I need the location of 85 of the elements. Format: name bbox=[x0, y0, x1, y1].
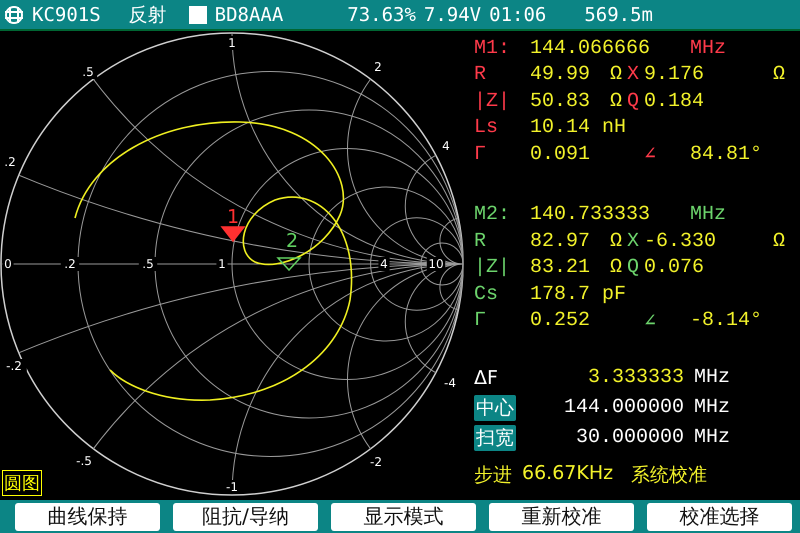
readout-value: 0.252 bbox=[530, 309, 592, 332]
softkey-button[interactable]: 阻抗/导纳 bbox=[173, 502, 318, 530]
sweep-value: 144.000000 bbox=[562, 396, 685, 419]
readout-value: 49.99 bbox=[530, 63, 592, 86]
readout-label: Γ bbox=[474, 309, 488, 332]
readout-label: Γ bbox=[474, 142, 488, 166]
resistance-label: 10 bbox=[428, 257, 444, 271]
readout-value: 82.97 bbox=[530, 230, 592, 253]
readout-label: R bbox=[474, 63, 488, 86]
readout-label: Q bbox=[627, 256, 640, 280]
sweep-unit: MHz bbox=[694, 396, 732, 419]
frequency-unit: MHz bbox=[690, 203, 728, 226]
clock-time: 01:06 bbox=[489, 4, 546, 26]
frequency-unit: MHz bbox=[690, 36, 728, 60]
reactance-label: -.2 bbox=[6, 359, 22, 373]
readout-value: Ω bbox=[773, 63, 786, 86]
readout-value: 83.21 bbox=[530, 256, 592, 280]
mode-label: 反射 bbox=[128, 2, 167, 28]
readout-label: ∠ bbox=[644, 310, 658, 334]
sweep-param-tag[interactable]: 中心 bbox=[474, 394, 516, 420]
readout-label: X bbox=[627, 63, 640, 86]
resistance-label: 4 bbox=[380, 257, 388, 271]
reactance-label: 2 bbox=[374, 60, 382, 74]
readout-label: Q bbox=[627, 90, 640, 113]
logo-icon bbox=[4, 4, 24, 24]
reactance-label: .2 bbox=[4, 155, 16, 169]
readout-value: 178.7 pF bbox=[530, 282, 628, 306]
softkey-button[interactable]: 曲线保持 bbox=[15, 502, 160, 530]
marker-title: M1: bbox=[474, 36, 512, 60]
readout-value: 0.076 bbox=[644, 256, 706, 280]
readout-label: |Z| bbox=[474, 90, 512, 113]
resistance-label: 0 bbox=[4, 257, 12, 271]
softkey-button[interactable]: 重新校准 bbox=[489, 502, 634, 530]
readout-label: Ls bbox=[474, 116, 500, 140]
sweep-unit: MHz bbox=[694, 366, 732, 389]
readout-value: 10.14 nH bbox=[530, 116, 628, 140]
sweep-param-tag[interactable]: 扫宽 bbox=[474, 424, 516, 450]
reactance-label: 1 bbox=[228, 36, 236, 50]
readout-value: 0.184 bbox=[644, 90, 706, 113]
readout-value: Ω bbox=[610, 256, 624, 280]
readout-value: Ω bbox=[610, 63, 624, 86]
reactance-label: 4 bbox=[442, 139, 450, 153]
step-value: 66.67KHz bbox=[522, 462, 614, 486]
readout-value: 9.176 bbox=[644, 63, 706, 86]
readout-value: Ω bbox=[773, 230, 786, 253]
readout-label: Cs bbox=[474, 282, 500, 306]
calibration-status: 系统校准 bbox=[631, 463, 708, 488]
readout-value: 50.83 bbox=[530, 90, 592, 113]
marker-label: 2 bbox=[286, 230, 298, 252]
readout-value: Ω bbox=[610, 230, 624, 253]
marker-frequency: 144.066666 bbox=[530, 36, 652, 60]
marker-frequency: 140.733333 bbox=[530, 203, 652, 226]
delta-label: ΔF bbox=[474, 366, 499, 388]
marker-title: M2: bbox=[474, 203, 512, 226]
softkey-button[interactable]: 显示模式 bbox=[331, 502, 476, 530]
reactance-label: -2 bbox=[370, 455, 382, 469]
square-icon bbox=[188, 6, 207, 24]
voltage: 7.94V bbox=[424, 4, 482, 26]
readout-label: X bbox=[627, 230, 640, 253]
distance: 569.5m bbox=[584, 4, 653, 26]
sweep-value: 3.333333 bbox=[586, 366, 685, 389]
readout-value: Ω bbox=[610, 90, 624, 113]
readout-label: |Z| bbox=[474, 256, 512, 280]
resistance-label: .5 bbox=[142, 257, 154, 271]
battery-level: 73.63% bbox=[347, 4, 416, 26]
readout-value: 0.091 bbox=[530, 142, 592, 166]
softkey-button[interactable]: 校准选择 bbox=[647, 502, 792, 530]
resistance-label: 1 bbox=[218, 257, 226, 271]
readout-value: -8.14° bbox=[690, 309, 764, 332]
reactance-label: -1 bbox=[226, 480, 238, 494]
reactance-label: .5 bbox=[82, 65, 94, 79]
readout-label: ∠ bbox=[644, 143, 658, 168]
sweep-value: 30.000000 bbox=[574, 426, 685, 449]
sweep-unit: MHz bbox=[694, 426, 732, 449]
resistance-label: .2 bbox=[64, 257, 76, 271]
reactance-label: -4 bbox=[444, 376, 456, 390]
callsign: BD8AAA bbox=[214, 4, 284, 26]
readout-value: -6.330 bbox=[644, 230, 718, 253]
view-mode-label: 圆图 bbox=[2, 470, 42, 496]
reactance-label: -.5 bbox=[76, 454, 92, 468]
step-label: 步进 bbox=[474, 463, 512, 488]
device-model: KC901S bbox=[32, 4, 101, 26]
readout-value: 84.81° bbox=[690, 142, 764, 166]
readout-label: R bbox=[474, 230, 488, 253]
marker-label: 1 bbox=[226, 206, 240, 228]
